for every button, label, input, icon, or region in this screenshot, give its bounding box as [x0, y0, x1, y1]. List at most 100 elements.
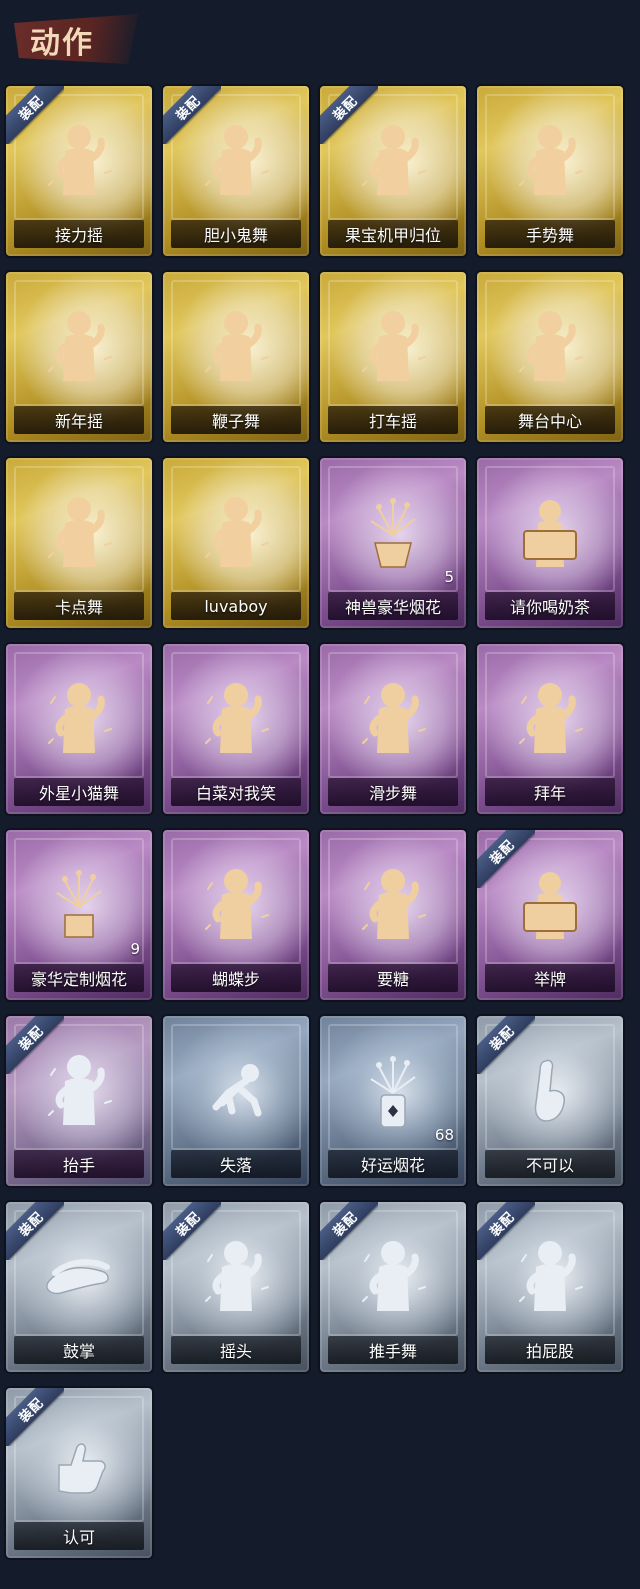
card-label-bar: 舞台中心 [485, 406, 615, 434]
card-label: 请你喝奶茶 [509, 598, 590, 617]
equipped-ribbon: 装配 [6, 1388, 64, 1446]
equipped-ribbon: 装配 [6, 86, 64, 144]
card-label-bar: 滑步舞 [328, 778, 458, 806]
equipped-badge: 装配 [163, 86, 221, 144]
card-label-bar: 拜年 [485, 778, 615, 806]
emote-card[interactable]: 请你喝奶茶 [477, 458, 623, 628]
card-label: 摇头 [219, 1342, 252, 1361]
equipped-label: 装配 [16, 93, 47, 124]
equipped-badge: 装配 [477, 1202, 535, 1260]
emote-card[interactable]: 9 豪华定制烟花 [6, 830, 152, 1000]
emote-card[interactable]: 果宝机甲归位 装配 [320, 86, 466, 256]
equipped-badge: 装配 [6, 1016, 64, 1074]
emote-card[interactable]: 滑步舞 [320, 644, 466, 814]
card-label: 蝴蝶步 [211, 970, 260, 989]
card-label-bar: 摇头 [171, 1336, 301, 1364]
equipped-badge: 装配 [477, 830, 535, 888]
emote-card[interactable]: 手势舞 [477, 86, 623, 256]
reaching-figure-icon [320, 852, 466, 954]
dance-figure-icon [320, 666, 466, 768]
equipped-label: 装配 [173, 1209, 204, 1240]
card-label: 鼓掌 [62, 1342, 95, 1361]
equipped-ribbon: 装配 [320, 86, 378, 144]
emote-card[interactable]: 外星小猫舞 [6, 644, 152, 814]
firework-can-icon [320, 1038, 466, 1140]
equipped-ribbon: 装配 [163, 86, 221, 144]
card-label-bar: 外星小猫舞 [14, 778, 144, 806]
card-label: 神兽豪华烟花 [344, 598, 441, 617]
emote-card[interactable]: 鞭子舞 [163, 272, 309, 442]
card-label-bar: 接力摇 [14, 220, 144, 248]
card-label: 要糖 [376, 970, 409, 989]
card-label-bar: 打车摇 [328, 406, 458, 434]
emote-card[interactable]: 拜年 [477, 644, 623, 814]
emote-card[interactable]: 蝴蝶步 [163, 830, 309, 1000]
emote-card[interactable]: 胆小鬼舞 装配 [163, 86, 309, 256]
emote-card[interactable]: 认可 装配 [6, 1388, 152, 1558]
emote-card[interactable]: 推手舞 装配 [320, 1202, 466, 1372]
equipped-label: 装配 [330, 1209, 361, 1240]
dance-figure-icon [163, 294, 309, 396]
emote-card[interactable]: 拍屁股 装配 [477, 1202, 623, 1372]
fireworks-pot-icon [320, 480, 466, 582]
item-count: 68 [434, 1126, 454, 1144]
equipped-label: 装配 [487, 1023, 518, 1054]
emote-card[interactable]: 要糖 [320, 830, 466, 1000]
emote-card[interactable]: luvaboy [163, 458, 309, 628]
card-label-bar: 拍屁股 [485, 1336, 615, 1364]
emote-card[interactable]: 卡点舞 [6, 458, 152, 628]
equipped-label: 装配 [16, 1023, 47, 1054]
emote-card[interactable]: 5 神兽豪华烟花 [320, 458, 466, 628]
card-label-bar: 推手舞 [328, 1336, 458, 1364]
emote-card[interactable]: 不可以 装配 [477, 1016, 623, 1186]
card-label-bar: 白菜对我笑 [171, 778, 301, 806]
emote-card[interactable]: 白菜对我笑 [163, 644, 309, 814]
equipped-badge: 装配 [6, 1388, 64, 1446]
emote-card[interactable]: 舞台中心 [477, 272, 623, 442]
header: 动作 [0, 0, 640, 78]
card-label: 滑步舞 [368, 784, 417, 803]
card-label: 拍屁股 [525, 1342, 574, 1361]
card-label-bar: 认可 [14, 1522, 144, 1550]
figure-with-sign-icon [477, 480, 623, 582]
dance-figure-icon [6, 480, 152, 582]
emote-card[interactable]: 接力摇 装配 [6, 86, 152, 256]
card-label: 外星小猫舞 [38, 784, 119, 803]
card-label: 胆小鬼舞 [203, 226, 268, 245]
card-label: 新年摇 [54, 412, 103, 431]
card-label: 手势舞 [525, 226, 574, 245]
emote-card[interactable]: 摇头 装配 [163, 1202, 309, 1372]
emote-card[interactable]: 举牌 装配 [477, 830, 623, 1000]
card-label: 举牌 [533, 970, 566, 989]
emote-card[interactable]: 抬手 装配 [6, 1016, 152, 1186]
emote-card[interactable]: 新年摇 [6, 272, 152, 442]
equipped-ribbon: 装配 [477, 1016, 535, 1074]
equipped-ribbon: 装配 [320, 1202, 378, 1260]
equipped-label: 装配 [487, 837, 518, 868]
card-label: 好运烟花 [360, 1156, 425, 1175]
card-label-bar: 蝴蝶步 [171, 964, 301, 992]
equipped-label: 装配 [330, 93, 361, 124]
card-label: 打车摇 [368, 412, 417, 431]
card-label-bar: 失落 [171, 1150, 301, 1178]
page-title: 动作 [30, 26, 94, 61]
card-label-bar: 神兽豪华烟花 [328, 592, 458, 620]
equipped-ribbon: 装配 [163, 1202, 221, 1260]
card-label-bar: 鞭子舞 [171, 406, 301, 434]
equipped-label: 装配 [487, 1209, 518, 1240]
equipped-label: 装配 [16, 1209, 47, 1240]
emote-card[interactable]: 鼓掌 装配 [6, 1202, 152, 1372]
equipped-badge: 装配 [320, 86, 378, 144]
card-label-bar: 不可以 [485, 1150, 615, 1178]
card-label: 抬手 [62, 1156, 95, 1175]
dance-figure-icon [6, 294, 152, 396]
emote-card[interactable]: 打车摇 [320, 272, 466, 442]
equipped-ribbon: 装配 [477, 830, 535, 888]
item-count: 9 [130, 940, 140, 958]
card-label: 接力摇 [54, 226, 103, 245]
emote-card[interactable]: 68 好运烟花 [320, 1016, 466, 1186]
card-label: 推手舞 [368, 1342, 417, 1361]
emote-card[interactable]: 失落 [163, 1016, 309, 1186]
equipped-badge: 装配 [6, 1202, 64, 1260]
card-label-bar: 请你喝奶茶 [485, 592, 615, 620]
